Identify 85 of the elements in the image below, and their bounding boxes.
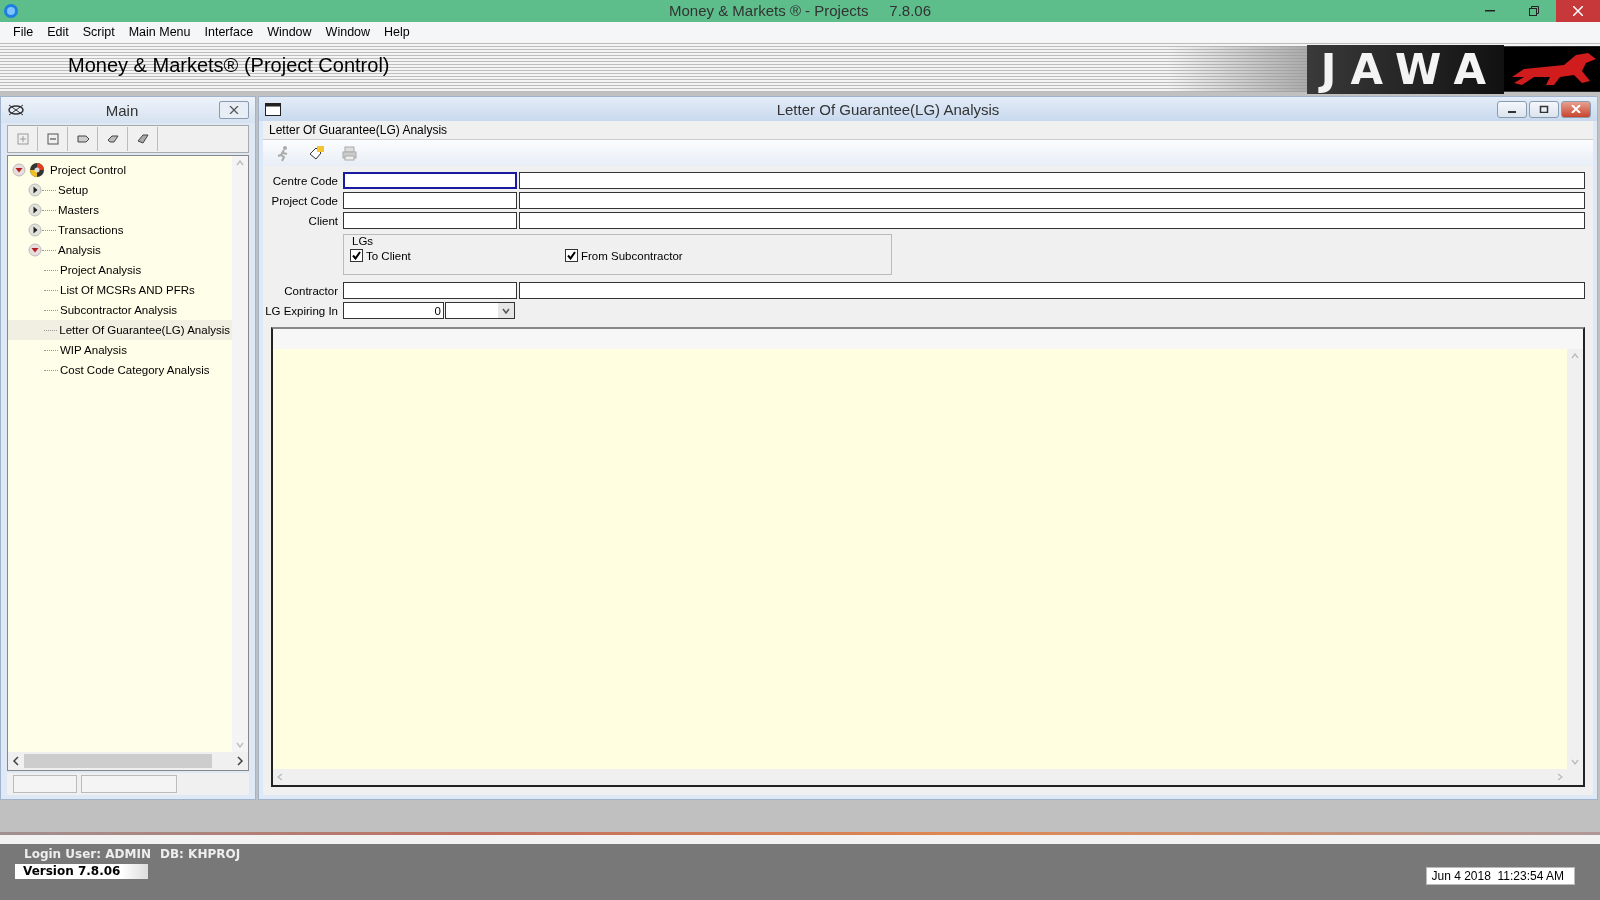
tree-item[interactable]: Project Analysis — [8, 260, 232, 280]
tree-item[interactable]: Project Control — [8, 160, 232, 180]
close-icon — [1573, 6, 1583, 16]
tree-item[interactable]: Masters — [8, 200, 232, 220]
field-label: LG Expiring In — [264, 304, 339, 317]
close-icon — [229, 106, 239, 114]
close-button[interactable] — [1556, 0, 1600, 22]
tree-item[interactable]: Letter Of Guarantee(LG) Analysis — [8, 320, 232, 340]
vertical-scrollbar[interactable] — [232, 156, 248, 752]
menu-item[interactable]: Edit — [40, 25, 76, 39]
checkbox-label: To Client — [366, 249, 411, 262]
horse-icon — [1504, 47, 1600, 91]
check-icon — [352, 251, 361, 260]
tree-item[interactable]: WIP Analysis — [8, 340, 232, 360]
close-button[interactable] — [1561, 100, 1591, 118]
scroll-up-icon — [236, 160, 244, 166]
scroll-up-icon — [1571, 353, 1579, 359]
code-field[interactable] — [343, 212, 517, 229]
scroll-left-icon — [12, 756, 20, 766]
code-field[interactable] — [343, 192, 517, 209]
group-title: LGs — [350, 235, 376, 247]
code-field[interactable] — [343, 172, 517, 189]
check-icon — [567, 251, 576, 260]
date-time-label: Jun 4 2018 11:23:54 AM — [1426, 867, 1575, 885]
globe-icon — [29, 162, 45, 178]
name-field[interactable] — [519, 192, 1585, 209]
menu-item[interactable]: Help — [377, 25, 417, 39]
menu-item[interactable]: Interface — [197, 25, 261, 39]
tree-item[interactable]: Analysis — [8, 240, 232, 260]
eraser-icon — [136, 133, 149, 145]
window-title: Money & Markets ® - Projects 7.8.06 — [669, 2, 931, 19]
eraser-icon — [308, 144, 325, 162]
tree-item[interactable]: Transactions — [8, 220, 232, 240]
number-field[interactable]: 0 — [343, 302, 444, 319]
horizontal-scrollbar[interactable] — [8, 752, 248, 770]
tag-icon — [76, 133, 89, 145]
database-text: DB: KHPROJ — [160, 847, 241, 861]
collapse-all-icon — [46, 133, 59, 145]
tree-item[interactable]: Setup — [8, 180, 232, 200]
tree-item[interactable]: Subcontractor Analysis — [8, 300, 232, 320]
window-icon — [265, 102, 281, 116]
horizontal-scrollbar[interactable] — [273, 769, 1583, 785]
restore-icon — [1529, 6, 1539, 16]
field-label: Centre Code — [271, 174, 339, 187]
dropdown[interactable] — [445, 302, 515, 319]
name-field[interactable] — [519, 172, 1585, 189]
close-icon — [1571, 105, 1581, 113]
panel-title: Main — [104, 101, 140, 119]
field-label: Contractor — [283, 284, 339, 297]
menu-item[interactable]: Window — [260, 25, 319, 39]
checkbox[interactable] — [565, 249, 578, 262]
scroll-down-icon — [1571, 759, 1579, 765]
maximize-button[interactable] — [1529, 100, 1559, 118]
pin-icon[interactable] — [7, 103, 25, 117]
field-label: Client — [307, 214, 339, 227]
expand-all-icon — [16, 133, 29, 145]
menu-item[interactable]: Main Menu — [121, 25, 198, 39]
printer-icon — [341, 144, 358, 162]
scroll-left-icon — [277, 773, 283, 781]
banner-title: Money & Markets® (Project Control) — [68, 53, 391, 77]
code-field[interactable] — [343, 282, 517, 299]
scroll-right-icon — [236, 756, 244, 766]
vertical-scrollbar[interactable] — [1567, 349, 1583, 769]
scroll-down-icon — [236, 742, 244, 748]
minimize-icon — [1485, 10, 1495, 12]
menu-item[interactable]: Script — [75, 25, 122, 39]
panel-close-button[interactable] — [219, 101, 249, 119]
logo-text: JAWA — [1306, 44, 1504, 94]
version-label: Version 7.8.06 — [15, 864, 148, 879]
login-user-text: Login User: ADMIN — [24, 847, 152, 861]
window-title: Letter Of Guarantee(LG) Analysis — [775, 100, 1001, 118]
checkbox-label: From Subcontractor — [581, 249, 683, 262]
tree-item[interactable]: List Of MCSRs AND PFRs — [8, 280, 232, 300]
eraser-icon — [106, 133, 119, 145]
menu-item[interactable]: Window — [318, 25, 378, 39]
name-field[interactable] — [519, 282, 1585, 299]
name-field[interactable] — [519, 212, 1585, 229]
maximize-icon — [1539, 105, 1549, 113]
menu-item[interactable]: File — [6, 25, 41, 39]
checkbox[interactable] — [350, 249, 363, 262]
app-icon — [3, 3, 19, 19]
minimize-button[interactable] — [1497, 100, 1527, 118]
scroll-right-icon — [1557, 773, 1563, 781]
tree-item[interactable]: Cost Code Category Analysis — [8, 360, 232, 380]
field-label: Project Code — [270, 194, 339, 207]
